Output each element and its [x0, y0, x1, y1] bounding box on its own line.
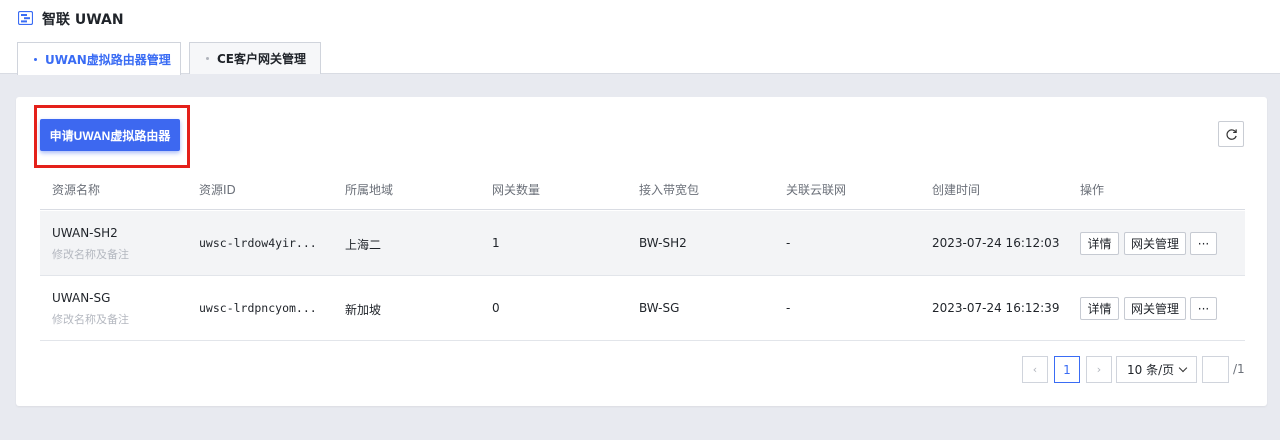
column-header: 资源ID [199, 183, 236, 197]
prev-page-button[interactable]: ‹ [1022, 356, 1048, 383]
column-header: 关联云联网 [786, 183, 847, 197]
column-header: 资源名称 [52, 183, 101, 197]
edit-name-remark-link[interactable]: 修改名称及备注 [52, 246, 129, 262]
page-size-select[interactable]: 10 条/页 [1116, 356, 1197, 383]
resource-id[interactable]: uwsc-lrdpncyom... [199, 301, 317, 315]
page-jump-input[interactable] [1202, 356, 1229, 383]
column-header: 创建时间 [932, 183, 981, 197]
total-pages: /1 [1233, 362, 1245, 376]
tab-label: UWAN虚拟路由器管理 [45, 52, 171, 67]
gateway-count: 0 [492, 301, 500, 315]
column-header: 接入带宽包 [639, 183, 700, 197]
detail-button[interactable]: 详情 [1080, 297, 1119, 320]
created-time: 2023-07-24 16:12:03 [932, 236, 1060, 250]
gateway-manage-button[interactable]: 网关管理 [1124, 297, 1186, 320]
more-actions-button[interactable]: ··· [1190, 297, 1217, 320]
column-header: 所属地域 [345, 183, 394, 197]
table-row: UWAN-SG 修改名称及备注 uwsc-lrdpncyom... 新加坡 0 … [40, 276, 1245, 341]
detail-button[interactable]: 详情 [1080, 232, 1119, 255]
top-bar: 智联 UWAN UWAN虚拟路由器管理 CE客户网关管理 [0, 0, 1280, 75]
tab-dot-icon [34, 57, 37, 61]
edit-name-remark-link[interactable]: 修改名称及备注 [52, 311, 129, 327]
tab-ce-gateway-management[interactable]: CE客户网关管理 [189, 42, 321, 74]
bandwidth-package: BW-SH2 [639, 236, 687, 250]
refresh-icon [1225, 128, 1237, 140]
resource-id[interactable]: uwsc-lrdow4yir... [199, 236, 317, 250]
refresh-button[interactable] [1218, 121, 1244, 147]
gateway-count: 1 [492, 236, 500, 250]
app-title: 智联 UWAN [42, 12, 124, 28]
region: 新加坡 [345, 303, 382, 317]
uwan-logo-icon [18, 11, 33, 25]
more-actions-button[interactable]: ··· [1190, 232, 1217, 255]
region: 上海二 [345, 238, 382, 252]
created-time: 2023-07-24 16:12:39 [932, 301, 1060, 315]
page-1-button[interactable]: 1 [1054, 356, 1080, 383]
resource-name[interactable]: UWAN-SH2 [52, 226, 118, 240]
chevron-down-icon [1178, 363, 1188, 373]
bandwidth-package: BW-SG [639, 301, 680, 315]
table-row: UWAN-SH2 修改名称及备注 uwsc-lrdow4yir... 上海二 1… [40, 211, 1245, 276]
table-header: 资源名称 资源ID 所属地域 网关数量 接入带宽包 关联云联网 创建时间 操作 [40, 172, 1245, 210]
resource-name[interactable]: UWAN-SG [52, 291, 110, 305]
page-size-label: 10 条/页 [1127, 363, 1175, 377]
associated-ccn: - [786, 301, 791, 315]
gateway-manage-button[interactable]: 网关管理 [1124, 232, 1186, 255]
next-page-button[interactable]: › [1086, 356, 1112, 383]
associated-ccn: - [786, 236, 791, 250]
tab-uwan-router-management[interactable]: UWAN虚拟路由器管理 [17, 42, 181, 75]
tab-dot-icon [206, 57, 209, 60]
column-header: 网关数量 [492, 183, 541, 197]
highlight-box [34, 105, 190, 168]
column-header: 操作 [1080, 183, 1105, 197]
tab-label: CE客户网关管理 [217, 52, 307, 66]
